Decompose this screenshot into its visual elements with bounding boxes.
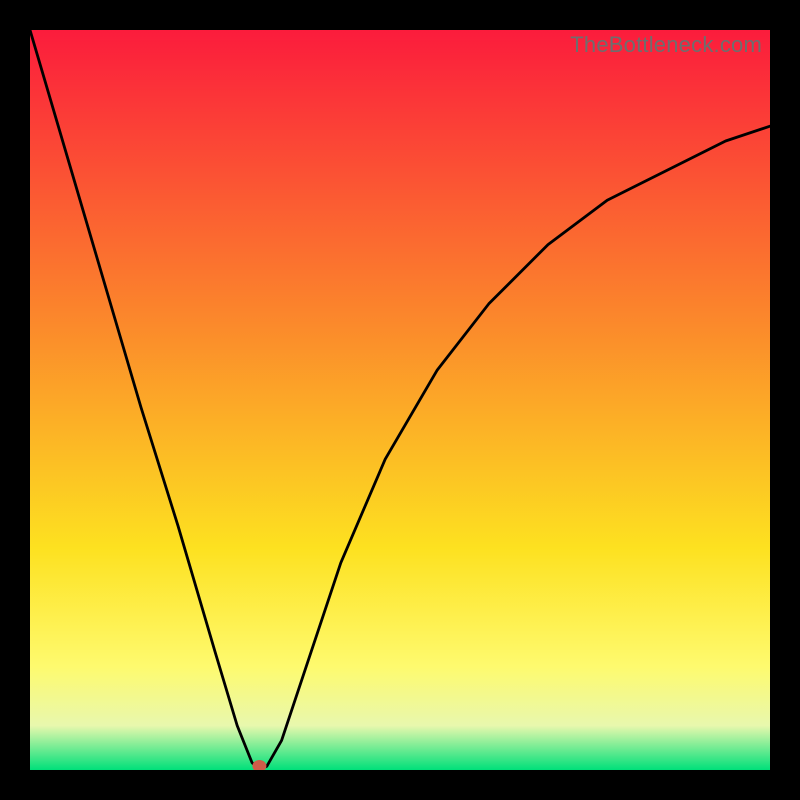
plot-frame: TheBottleneck.com: [30, 30, 770, 770]
gradient-background: [30, 30, 770, 770]
chart-svg: [30, 30, 770, 770]
watermark-text: TheBottleneck.com: [570, 32, 762, 58]
